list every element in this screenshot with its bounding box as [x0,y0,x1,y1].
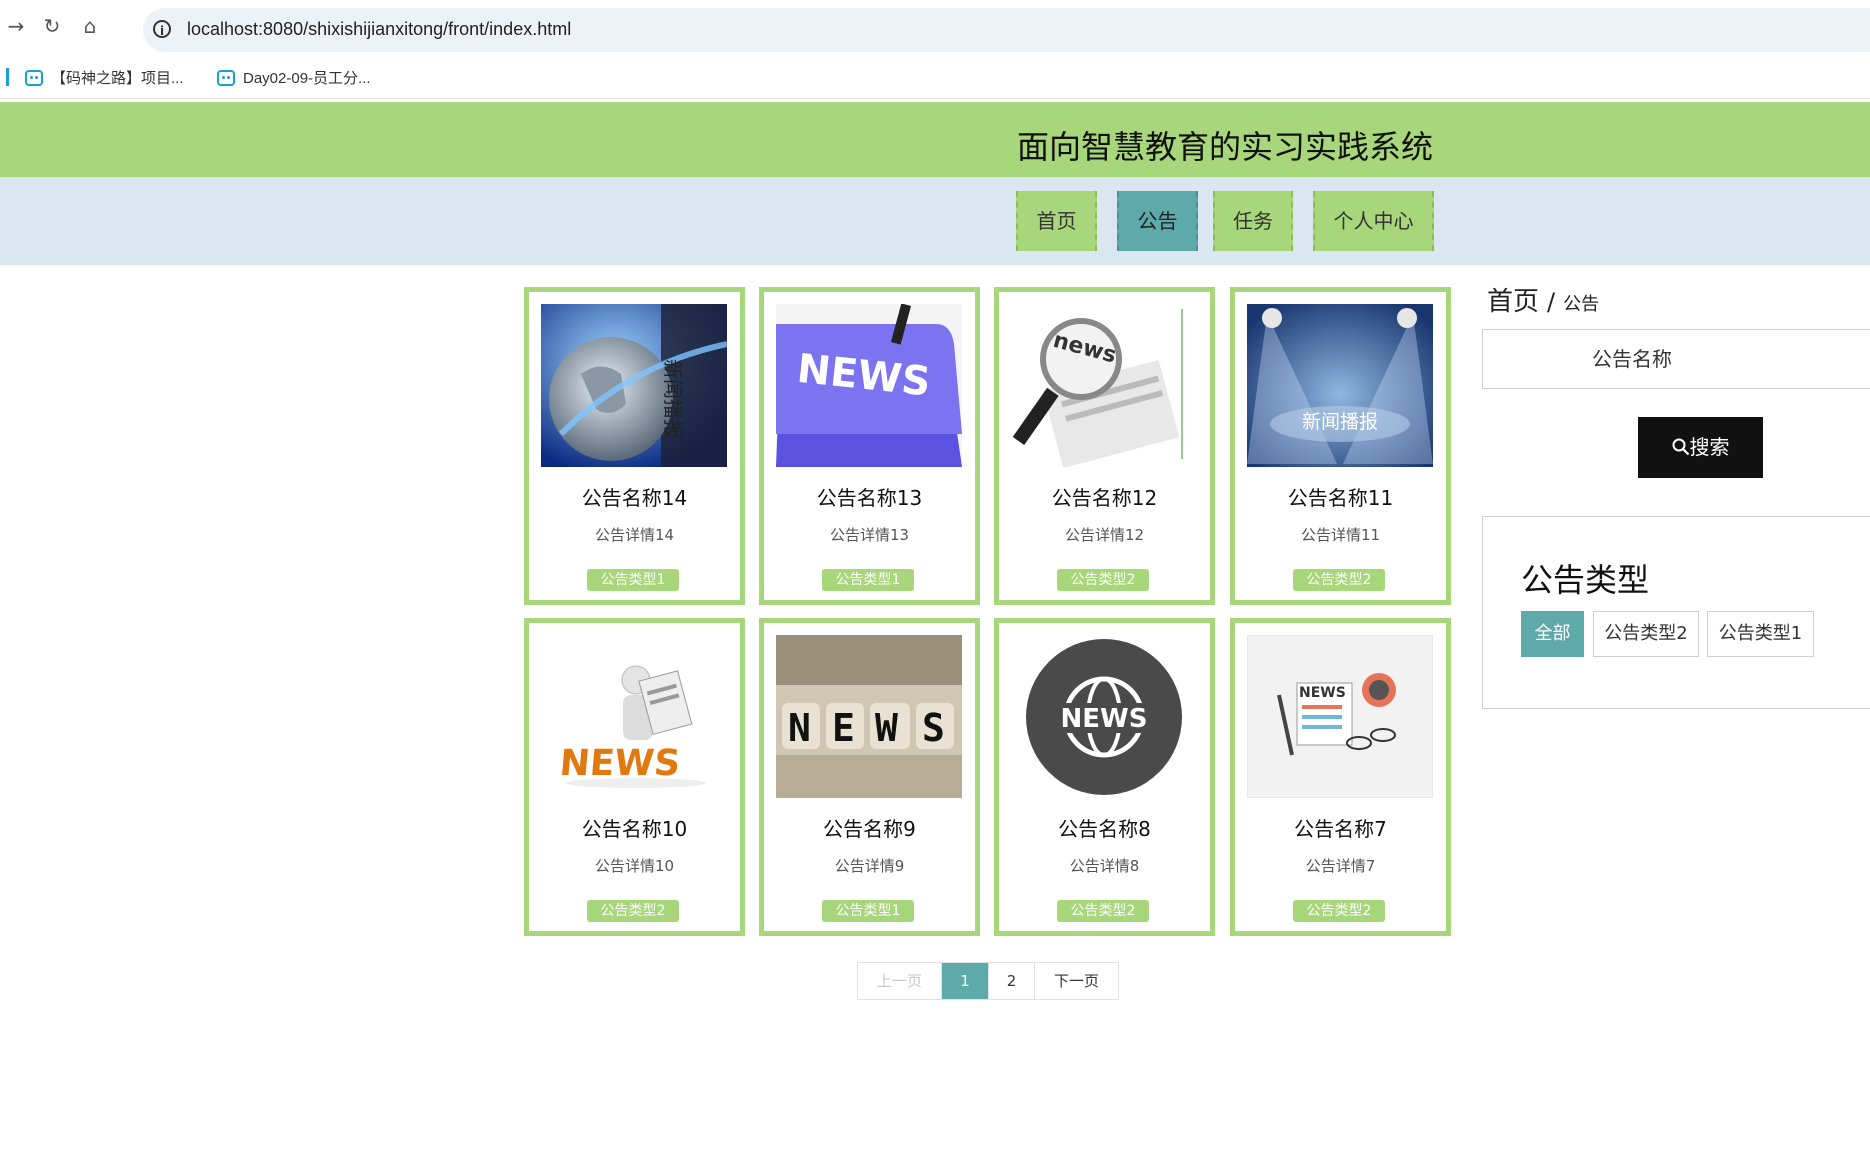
card-tag: 公告类型2 [587,900,679,922]
category-panel: 公告类型 全部 公告类型2 公告类型1 [1482,516,1870,709]
card-title: 公告名称10 [581,817,688,841]
breadcrumb: 首页 / 公告 [1487,281,1599,318]
bookmark-divider [6,68,9,86]
card-desc: 公告详情10 [594,857,675,875]
notice-card[interactable]: NEWS 公告名称7 公告详情7 公告类型2 [1230,618,1451,936]
category-type1[interactable]: 公告类型1 [1707,611,1814,657]
notice-card[interactable]: 新闻播报 公告名称11 公告详情11 公告类型2 [1230,287,1451,605]
main-nav: 首页 公告 任务 个人中心 [0,177,1870,265]
search-button[interactable]: 搜索 [1638,417,1763,478]
url-text[interactable]: localhost:8080/shixishijianxitong/front/… [187,19,571,40]
card-title: 公告名称8 [1058,817,1151,841]
bilibili-icon [217,70,235,86]
card-title: 公告名称9 [823,817,916,841]
card-title: 公告名称13 [816,486,923,510]
nav-home[interactable]: 首页 [1016,191,1097,251]
globe-badge-news-image: NEWS [1011,635,1197,798]
site-title: 面向智慧教育的实习实践系统 [1017,128,1434,166]
notice-card[interactable]: N E W S 公告名称9 公告详情9 公告类型1 [759,618,980,936]
site-info-icon[interactable]: i [153,20,171,38]
category-all[interactable]: 全部 [1521,611,1584,657]
flat-news-image: NEWS [1247,635,1433,798]
bookmark-item[interactable]: Day02-09-员工分... [217,67,371,88]
svg-text:NEWS: NEWS [1061,704,1148,734]
svg-text:E: E [832,706,855,750]
search-icon [1672,438,1689,456]
category-type2[interactable]: 公告类型2 [1593,611,1699,657]
svg-text:W: W [875,706,898,750]
breadcrumb-home[interactable]: 首页 [1487,287,1539,317]
magnifier-news-image: news [1011,304,1197,467]
notice-card[interactable]: 新闻播报 公告名称14 公告详情14 公告类型1 [524,287,745,605]
home-icon[interactable]: ⌂ [78,14,102,38]
svg-text:NEWS: NEWS [558,742,682,784]
category-title: 公告类型 [1521,561,1650,599]
card-title: 公告名称7 [1294,817,1387,841]
dice-news-image: N E W S [776,635,962,798]
svg-text:N: N [788,706,811,750]
card-desc: 公告详情8 [1069,857,1140,875]
nav-task[interactable]: 任务 [1213,191,1293,251]
card-tag: 公告类型2 [1293,900,1385,922]
search-button-label: 搜索 [1689,435,1730,459]
reader-news-image: NEWS [541,635,727,798]
svg-text:新闻播报: 新闻播报 [661,359,685,439]
spotlight-image-text: 新闻播报 [1302,411,1378,433]
spotlight-news-image: 新闻播报 [1247,304,1433,467]
bookmark-item[interactable]: 【码神之路】项目... [25,67,184,88]
notice-card[interactable]: NEWS 公告名称8 公告详情8 公告类型2 [994,618,1215,936]
card-desc: 公告详情9 [834,857,905,875]
svg-text:NEWS: NEWS [1299,685,1346,701]
card-tag: 公告类型2 [1057,900,1149,922]
card-tag: 公告类型2 [1057,569,1149,591]
site-header: 面向智慧教育的实习实践系统 [0,102,1870,177]
notice-card[interactable]: news 公告名称12 公告详情12 公告类型2 [994,287,1215,605]
card-desc: 公告详情12 [1064,526,1145,544]
bilibili-icon [25,70,43,86]
card-title: 公告名称11 [1287,486,1394,510]
card-tag: 公告类型1 [822,900,914,922]
bookmarks-bar: 【码神之路】项目... Day02-09-员工分... [0,56,1870,99]
card-title: 公告名称14 [581,486,688,510]
nav-notice[interactable]: 公告 [1117,191,1198,251]
page-button[interactable]: 1 [942,963,989,999]
card-desc: 公告详情11 [1300,526,1381,544]
card-tag: 公告类型1 [822,569,914,591]
globe-news-image: 新闻播报 [541,304,727,467]
card-tag: 公告类型2 [1293,569,1385,591]
reload-icon[interactable]: ↻ [40,14,64,38]
card-desc: 公告详情13 [829,526,910,544]
nav-profile[interactable]: 个人中心 [1313,191,1434,251]
prev-page-button[interactable]: 上一页 [858,963,942,999]
search-input[interactable]: 公告名称 [1482,329,1870,389]
notice-card[interactable]: NEWS 公告名称10 公告详情10 公告类型2 [524,618,745,936]
pagination: 上一页 1 2 下一页 [857,962,1119,1000]
notice-card[interactable]: NEWS 公告名称13 公告详情13 公告类型1 [759,287,980,605]
card-desc: 公告详情14 [594,526,675,544]
breadcrumb-current: 公告 [1563,294,1600,315]
card-tag: 公告类型1 [587,569,679,591]
page-button[interactable]: 2 [989,963,1035,999]
breadcrumb-separator: / [1547,288,1556,316]
next-page-button[interactable]: 下一页 [1035,963,1118,999]
address-bar[interactable]: i localhost:8080/shixishijianxitong/fron… [143,8,1870,52]
card-desc: 公告详情7 [1305,857,1376,875]
forward-icon[interactable]: → [4,14,28,38]
browser-toolbar: → ↻ ⌂ i localhost:8080/shixishijianxiton… [0,0,1870,52]
card-title: 公告名称12 [1051,486,1158,510]
svg-text:S: S [922,706,945,750]
news-key-image: NEWS [776,304,962,467]
